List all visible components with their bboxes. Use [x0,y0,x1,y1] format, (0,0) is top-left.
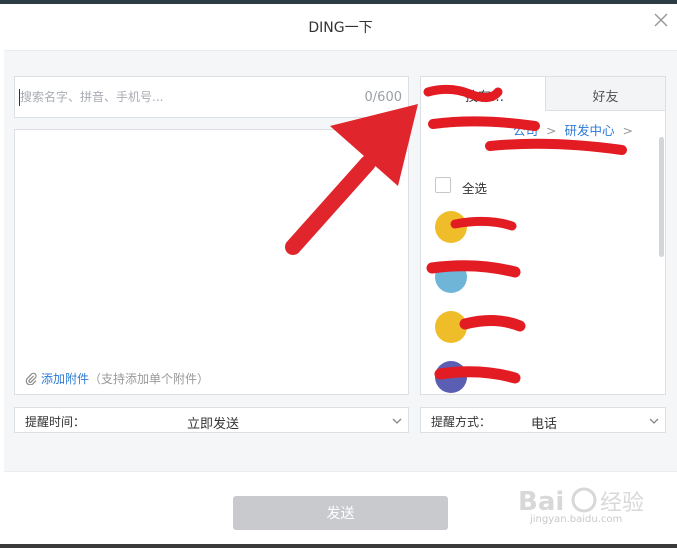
contact-item[interactable] [435,311,635,345]
avatar [435,361,467,393]
attachment-row: 添加附件（支持添加单个附件） [25,370,209,387]
reminder-mode-select[interactable]: 提醒方式： 电话 [420,407,666,433]
send-button[interactable]: 发送 [233,496,448,530]
reminder-time-label: 提醒时间： [25,415,86,429]
breadcrumb-company[interactable]: 公司 [513,123,538,138]
contact-item[interactable] [435,211,635,245]
avatar [435,311,467,343]
tab-company-label: 技有… [465,90,505,105]
reminder-mode-label: 提醒方式： [431,415,492,429]
contacts-panel: 技有… 好友 公司 > 研发中心 > 全选 [420,76,666,395]
add-attachment-link[interactable]: 添加附件 [41,372,89,386]
avatar [435,211,467,243]
recipient-search-input[interactable] [20,87,350,107]
paperclip-icon [25,372,37,386]
tab-company[interactable]: 技有… [421,77,545,111]
contacts-scrollbar[interactable] [659,137,664,257]
recipient-search-box: 0/600 [14,76,409,118]
select-all-label: 全选 [462,181,488,196]
contact-item[interactable] [435,361,635,395]
reminder-time-value: 立即发送 [187,417,240,432]
tab-friends-label: 好友 [592,90,619,105]
dialog-title-bar: DING一下 [4,4,677,51]
chevron-down-icon [392,418,402,424]
dialog-footer: 发送 [4,471,677,545]
dialog-title: DING一下 [308,20,373,36]
avatar [435,261,467,293]
message-textarea[interactable]: 添加附件（支持添加单个附件） [14,129,409,395]
window-bottom-edge [0,544,677,548]
reminder-time-select[interactable]: 提醒时间： 立即发送 [14,407,409,433]
ding-dialog: DING一下 0/600 添加附件（支持添加单个附件） 提醒时间： 立即发送 [4,4,677,545]
close-icon[interactable] [650,9,672,31]
attachment-hint: （支持添加单个附件） [89,372,210,386]
breadcrumb-department[interactable]: 研发中心 [565,123,615,138]
tab-friends[interactable]: 好友 [545,77,665,111]
org-breadcrumb: 公司 > 研发中心 > [513,123,633,138]
watermark-url: jingyan.baidu.com [530,514,623,525]
contact-item[interactable] [435,261,635,295]
reminder-mode-value: 电话 [531,417,558,432]
char-counter: 0/600 [364,90,402,105]
chevron-down-icon [649,418,659,424]
dialog-content: 0/600 添加附件（支持添加单个附件） 提醒时间： 立即发送 提醒方式： 电话 [4,51,677,471]
select-all-checkbox[interactable] [435,177,451,193]
